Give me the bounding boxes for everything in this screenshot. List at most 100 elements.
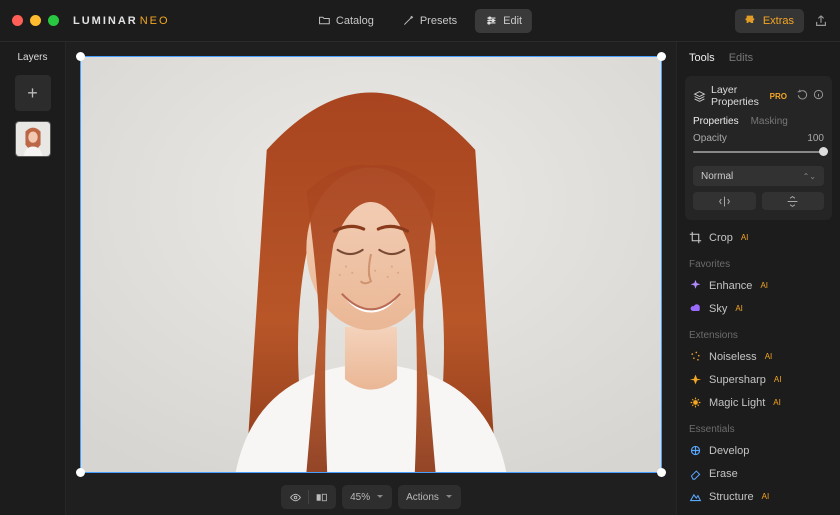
- compare-toggle[interactable]: [315, 491, 328, 504]
- structure-label: Structure: [709, 491, 754, 503]
- window-controls: [12, 15, 59, 26]
- actions-dropdown[interactable]: Actions: [398, 485, 461, 509]
- opacity-slider[interactable]: [693, 146, 824, 158]
- eraser-icon: [689, 467, 702, 480]
- chevron-down-icon: [445, 493, 453, 501]
- pro-badge: PRO: [770, 92, 787, 101]
- info-icon[interactable]: [813, 89, 824, 103]
- favorites-section-title: Favorites: [677, 249, 840, 274]
- flip-vertical-button[interactable]: [762, 192, 825, 210]
- sky-tool[interactable]: Sky AI: [677, 297, 840, 320]
- presets-tab[interactable]: Presets: [392, 9, 467, 33]
- flip-horizontal-button[interactable]: [693, 192, 756, 210]
- noiseless-label: Noiseless: [709, 351, 757, 363]
- visibility-toggle[interactable]: [289, 491, 302, 504]
- app-brand: LUMINAR NEO: [73, 15, 170, 27]
- extras-button[interactable]: Extras: [735, 9, 804, 33]
- crop-tool[interactable]: Crop AI: [677, 226, 840, 249]
- layers-panel: Layers +: [0, 42, 66, 515]
- light-icon: [689, 396, 702, 409]
- resize-handle-bottom-left[interactable]: [76, 468, 85, 477]
- selection-frame[interactable]: [80, 56, 662, 473]
- noise-icon: [689, 350, 702, 363]
- develop-icon: [689, 444, 702, 457]
- plus-icon: +: [27, 83, 38, 104]
- magic-light-label: Magic Light: [709, 397, 765, 409]
- ai-badge: AI: [774, 375, 782, 384]
- canvas[interactable]: [80, 56, 662, 473]
- app-body: Layers +: [0, 42, 840, 515]
- maximize-window-button[interactable]: [48, 15, 59, 26]
- folder-icon: [318, 14, 331, 27]
- ai-badge: AI: [762, 492, 770, 501]
- opacity-value: 100: [807, 133, 824, 144]
- enhance-label: Enhance: [709, 280, 752, 292]
- edit-tab-label: Edit: [503, 15, 522, 27]
- noiseless-tool[interactable]: Noiseless AI: [677, 345, 840, 368]
- close-window-button[interactable]: [12, 15, 23, 26]
- right-panel-tabs: Tools Edits: [677, 42, 840, 70]
- canvas-bottom-bar: 45% Actions: [66, 479, 676, 515]
- resize-handle-top-left[interactable]: [76, 52, 85, 61]
- sky-label: Sky: [709, 303, 727, 315]
- opacity-label: Opacity: [693, 133, 727, 144]
- crop-icon: [689, 231, 702, 244]
- structure-icon: [689, 490, 702, 503]
- flip-controls: [693, 192, 824, 210]
- erase-tool[interactable]: Erase: [677, 462, 840, 485]
- catalog-tab[interactable]: Catalog: [308, 9, 384, 33]
- masking-subtab[interactable]: Masking: [751, 116, 788, 127]
- presets-tab-label: Presets: [420, 15, 457, 27]
- minimize-window-button[interactable]: [30, 15, 41, 26]
- edit-tab[interactable]: Edit: [475, 9, 532, 33]
- right-panel: Tools Edits Layer Properties PRO Propert…: [676, 42, 840, 515]
- erase-label: Erase: [709, 468, 738, 480]
- titlebar: LUMINAR NEO Catalog Presets Edit: [0, 0, 840, 42]
- properties-subtab[interactable]: Properties: [693, 116, 739, 127]
- separator: [308, 490, 309, 504]
- blend-mode-value: Normal: [701, 171, 733, 182]
- zoom-value: 45%: [350, 492, 370, 503]
- app-window: LUMINAR NEO Catalog Presets Edit: [0, 0, 840, 515]
- supersharp-label: Supersharp: [709, 374, 766, 386]
- reset-icon[interactable]: [797, 89, 808, 103]
- ai-badge: AI: [773, 398, 781, 407]
- develop-tool[interactable]: Develop: [677, 439, 840, 462]
- brand-main: LUMINAR: [73, 15, 138, 27]
- ai-badge: AI: [741, 233, 749, 242]
- brand-accent: NEO: [140, 15, 170, 27]
- enhance-tool[interactable]: Enhance AI: [677, 274, 840, 297]
- edits-tab[interactable]: Edits: [729, 52, 753, 64]
- chevron-down-icon: [376, 493, 384, 501]
- ai-badge: AI: [735, 304, 743, 313]
- flip-vertical-icon: [786, 195, 799, 208]
- slider-knob[interactable]: [819, 147, 828, 156]
- layer-properties-subtabs: Properties Masking: [693, 116, 824, 127]
- structure-tool[interactable]: Structure AI: [677, 485, 840, 508]
- develop-label: Develop: [709, 445, 749, 457]
- layers-icon: [693, 90, 706, 103]
- blend-mode-dropdown[interactable]: Normal ⌃⌄: [693, 166, 824, 186]
- add-layer-button[interactable]: +: [15, 75, 51, 111]
- zoom-dropdown[interactable]: 45%: [342, 485, 392, 509]
- supersharp-tool[interactable]: Supersharp AI: [677, 368, 840, 391]
- tools-tab[interactable]: Tools: [689, 52, 715, 64]
- resize-handle-bottom-right[interactable]: [657, 468, 666, 477]
- layers-panel-title: Layers: [17, 52, 47, 63]
- magic-light-tool[interactable]: Magic Light AI: [677, 391, 840, 414]
- layer-properties-title: Layer Properties: [711, 84, 765, 108]
- color-tool[interactable]: Color: [677, 508, 840, 515]
- wand-icon: [402, 14, 415, 27]
- puzzle-icon: [745, 14, 758, 27]
- eye-icon: [289, 491, 302, 504]
- canvas-area: 45% Actions: [66, 42, 676, 515]
- catalog-tab-label: Catalog: [336, 15, 374, 27]
- actions-label: Actions: [406, 492, 439, 503]
- share-icon[interactable]: [814, 14, 828, 28]
- layer-thumbnail[interactable]: [15, 121, 51, 157]
- layer-properties-header[interactable]: Layer Properties PRO: [693, 84, 824, 108]
- resize-handle-top-right[interactable]: [657, 52, 666, 61]
- chevron-up-down-icon: ⌃⌄: [803, 172, 816, 181]
- sliders-icon: [485, 14, 498, 27]
- extensions-section-title: Extensions: [677, 320, 840, 345]
